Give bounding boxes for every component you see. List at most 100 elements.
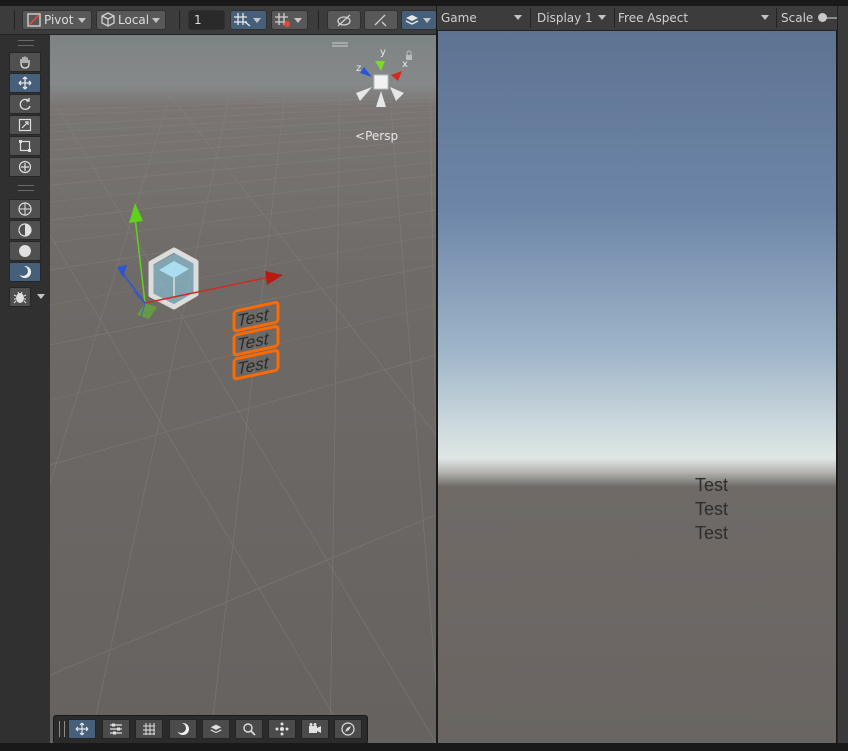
overlay-layers-button[interactable]: [202, 719, 230, 739]
local-label: Local: [118, 13, 150, 27]
layers-dropdown[interactable]: [401, 10, 437, 30]
transform-icon: [18, 160, 32, 174]
aspect-label: Free Aspect: [618, 11, 689, 25]
layers-icon: [210, 724, 222, 734]
display-dropdown[interactable]: Display 1: [537, 8, 611, 28]
overlay-camera-button[interactable]: [301, 719, 329, 739]
overlay-settings-button[interactable]: [102, 719, 130, 739]
debug-button[interactable]: [9, 287, 31, 307]
overlay-pivot-button[interactable]: [268, 719, 296, 739]
sphere-icon: [19, 245, 31, 257]
gameobject-cube-icon: [148, 247, 199, 310]
display-label: Display 1: [537, 11, 593, 25]
y-axis-cone[interactable]: [375, 61, 385, 71]
half-sphere-icon: [18, 223, 32, 237]
view-option-2-button[interactable]: [9, 220, 41, 240]
chevron-down-icon: [761, 15, 769, 20]
scale-slider[interactable]: Scale: [781, 8, 841, 28]
surface-snap-button[interactable]: [327, 10, 361, 30]
overlay-grip[interactable]: [59, 721, 65, 737]
debug-dropdown-caret[interactable]: [33, 287, 47, 307]
scene-viewport[interactable]: y z x <Persp Test Test Test: [50, 35, 436, 743]
status-bar: [0, 743, 848, 751]
pivot-dropdown[interactable]: Pivot: [22, 10, 92, 30]
x-axis-cone[interactable]: [391, 71, 402, 81]
view-option-3-button[interactable]: [9, 241, 41, 261]
overlay-menu-icon[interactable]: [332, 42, 348, 47]
panel-grip[interactable]: [18, 40, 34, 46]
grid-size-input[interactable]: 1: [188, 10, 225, 30]
local-dropdown[interactable]: Local: [96, 10, 166, 30]
increment-snap-button[interactable]: [271, 10, 308, 30]
grid-size-value: 1: [194, 13, 202, 27]
chevron-down-icon: [294, 18, 302, 23]
move-icon: [18, 76, 32, 90]
chevron-down-icon: [152, 18, 160, 23]
panel-grip[interactable]: [18, 185, 34, 191]
vertex-snap-icon: [374, 14, 387, 27]
inspector-edge: [837, 6, 848, 743]
rotate-icon: [19, 98, 31, 110]
aspect-dropdown[interactable]: Free Aspect: [618, 8, 774, 28]
orientation-gizmo[interactable]: y z x: [348, 43, 420, 113]
sliders-icon: [110, 723, 122, 735]
scale-label: Scale: [781, 11, 814, 25]
overlay-move-button[interactable]: [68, 719, 96, 739]
scale-slider-thumb[interactable]: [818, 13, 827, 22]
increment-snap-icon: [275, 13, 290, 27]
game-viewport[interactable]: Test Test Test: [438, 31, 836, 743]
scene-text-1: Test: [237, 304, 270, 331]
x-axis-arrow[interactable]: [265, 271, 283, 285]
chevron-down-icon: [514, 15, 522, 20]
game-text-2: Test: [695, 499, 729, 519]
projection-label: Persp: [365, 129, 399, 143]
move-icon: [75, 722, 89, 736]
view-option-4-button[interactable]: [9, 262, 41, 282]
grid-icon: [143, 723, 155, 735]
globe-icon: [18, 202, 32, 216]
overlay-search-button[interactable]: [235, 719, 263, 739]
moon-icon: [176, 723, 189, 735]
compass-icon: [341, 722, 355, 736]
rotate-tool-button[interactable]: [9, 94, 41, 114]
chevron-down-icon: [37, 294, 45, 299]
vertex-snap-button[interactable]: [364, 10, 398, 30]
overlay-grid-button[interactable]: [135, 719, 163, 739]
text-objects[interactable]: Test Test Test: [226, 291, 306, 391]
game-text-1: Test: [695, 475, 729, 495]
z-axis-arrow[interactable]: [117, 265, 127, 277]
game-view-label: Game: [441, 11, 477, 25]
transform-tool-button[interactable]: [9, 157, 41, 177]
chevron-down-icon: [78, 18, 86, 23]
pivot-label: Pivot: [44, 13, 74, 27]
pivot-icon: [27, 13, 41, 27]
overlay-navigation-button[interactable]: [334, 719, 362, 739]
scale-tool-button[interactable]: [9, 115, 41, 135]
y-axis-arrow[interactable]: [129, 203, 143, 223]
y-axis-handle[interactable]: [134, 216, 146, 304]
grid-snap-icon: [234, 13, 251, 27]
overlay-lighting-button[interactable]: [169, 719, 197, 739]
search-icon: [243, 723, 256, 736]
scene-toolbar: Pivot Local 1: [0, 6, 437, 35]
x-axis-label: x: [402, 59, 408, 70]
scene-text-3: Test: [237, 352, 270, 379]
game-toolbar: Game Display 1 Free Aspect Scale: [437, 6, 841, 31]
grid-snapping-button[interactable]: [230, 10, 267, 30]
z-axis-cone[interactable]: [360, 67, 372, 77]
camera-icon: [309, 723, 321, 733]
move-tool-button[interactable]: [9, 73, 41, 93]
rect-transform-icon: [19, 140, 31, 152]
scene-overlay-toolbar: [53, 715, 368, 744]
xz-plane-handle[interactable]: [137, 303, 157, 319]
pivot-points-icon: [275, 722, 289, 736]
hand-tool-button[interactable]: [9, 52, 41, 72]
game-view-dropdown[interactable]: Game: [441, 8, 527, 28]
z-axis-label: z: [356, 63, 361, 74]
scene-text-2: Test: [237, 328, 270, 355]
rect-tool-button[interactable]: [9, 136, 41, 156]
view-option-1-button[interactable]: [9, 199, 41, 219]
chevron-down-icon: [598, 15, 606, 20]
projection-toggle[interactable]: <Persp: [355, 129, 398, 143]
cube-icon: [101, 12, 115, 27]
